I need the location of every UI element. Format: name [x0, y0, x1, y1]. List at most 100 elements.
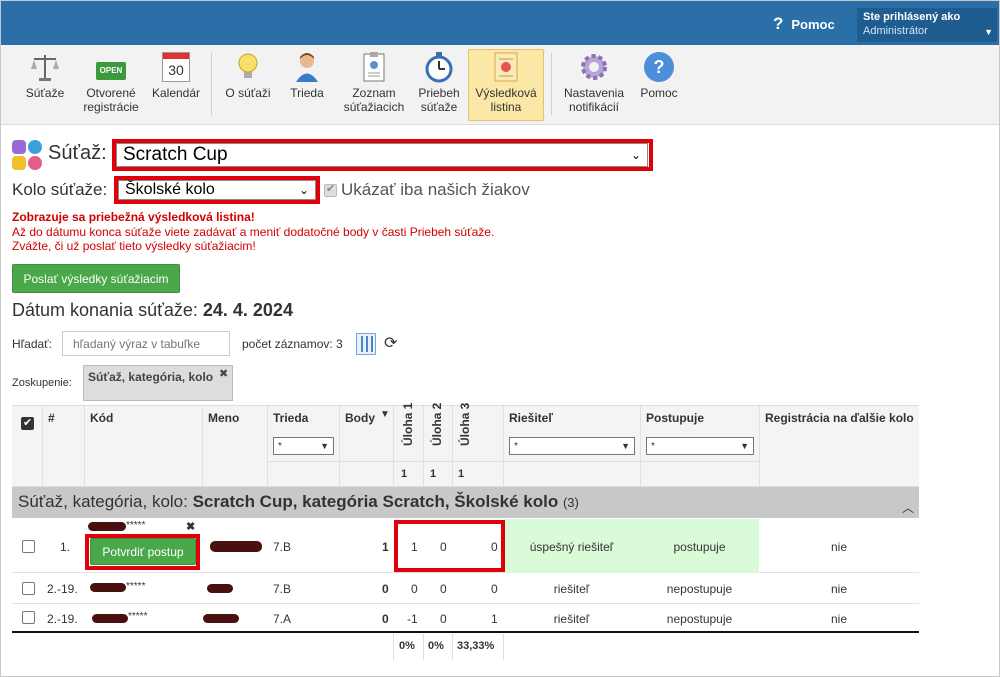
search-input[interactable]: [62, 331, 230, 356]
toolbar-sutaze[interactable]: Súťaže: [21, 50, 69, 118]
row-checkbox[interactable]: [22, 582, 35, 595]
user-role: Administrátor: [863, 25, 928, 37]
toolbar-label: Zoznam: [352, 86, 396, 100]
top-bar: ? Pomoc Ste prihlásený ako Administrátor …: [1, 1, 999, 45]
toolbar-separator: [211, 53, 212, 115]
toolbar-kalendar[interactable]: 30 Kalendár: [149, 50, 203, 118]
row-advances: nepostupuje: [666, 582, 733, 596]
group-prefix: Súťaž, kategória, kolo:: [18, 492, 193, 511]
person-icon: [283, 50, 331, 84]
question-icon: ?: [773, 14, 784, 33]
help-circle-icon: ?: [635, 50, 683, 84]
chevron-down-icon: ▼: [320, 441, 329, 451]
group-count: (3): [562, 495, 579, 510]
sort-desc-icon[interactable]: ▼: [380, 409, 390, 420]
row-task3[interactable]: 0: [491, 582, 498, 596]
solver-filter[interactable]: * ▼: [509, 437, 635, 455]
date-line: Dátum konania súťaže: 24. 4. 2024: [12, 300, 293, 321]
toolbar-zoznam-sutaziacich[interactable]: Zoznam súťažiacich: [339, 50, 409, 118]
col-num[interactable]: #: [48, 411, 55, 425]
advances-filter[interactable]: * ▼: [646, 437, 754, 455]
row-task2[interactable]: 0: [440, 612, 447, 626]
row-rank: 1.: [60, 540, 71, 554]
group-row[interactable]: Súťaž, kategória, kolo: Scratch Cup, kat…: [12, 487, 919, 518]
row-points: 0: [382, 612, 389, 626]
chevron-down-icon: ▼: [621, 441, 630, 451]
col-task1[interactable]: Úloha 1: [401, 403, 415, 446]
only-ours-checkbox[interactable]: ✔: [324, 183, 337, 197]
col-name[interactable]: Meno: [208, 411, 239, 425]
col-class[interactable]: Trieda: [273, 411, 308, 425]
toolbar-label: Kalendár: [151, 86, 201, 100]
clipboard-icon: [339, 50, 409, 84]
toolbar-vysledkova-listina[interactable]: Výsledková listina: [468, 49, 544, 121]
row-advances: nepostupuje: [666, 612, 733, 626]
col-solver[interactable]: Riešiteľ: [509, 411, 553, 425]
highlight-box: [394, 520, 505, 572]
refresh-icon[interactable]: ⟳: [384, 333, 397, 353]
toolbar-otvorene-registracie[interactable]: OPEN Otvorené registrácie: [79, 50, 143, 118]
select-all-checkbox[interactable]: ✔: [21, 417, 34, 430]
row-registration: nie: [830, 540, 847, 554]
row-rank: 2.-19.: [47, 582, 78, 596]
row-class: 7.B: [273, 540, 292, 554]
certificate-icon: [469, 50, 543, 84]
send-results-button[interactable]: Poslať výsledky súťažiacim: [12, 264, 180, 293]
row-task2[interactable]: 0: [440, 582, 447, 596]
toolbar-o-sutazi[interactable]: O súťaži: [221, 50, 275, 118]
apps-logo-icon: [12, 140, 44, 172]
col-registration[interactable]: Registrácia na ďalšie kolo: [765, 411, 914, 425]
row-task1[interactable]: -1: [407, 612, 418, 626]
toolbar-label: O súťaži: [225, 86, 271, 100]
scales-icon: [21, 50, 69, 84]
row-task3[interactable]: 1: [491, 612, 498, 626]
redacted-code: [88, 522, 126, 531]
filter-value: *: [514, 440, 518, 452]
toolbar-label: Pomoc: [640, 86, 678, 100]
close-icon[interactable]: ✖: [219, 367, 228, 380]
close-icon[interactable]: ✖: [186, 520, 195, 533]
toolbar-nastavenia-notifikacii[interactable]: Nastavenia notifikácií: [559, 50, 629, 118]
open-sign-text: OPEN: [96, 62, 126, 80]
open-sign-icon: OPEN: [79, 50, 143, 84]
toolbar-label: notifikácií: [568, 100, 620, 114]
row-checkbox[interactable]: [22, 611, 35, 624]
user-caption: Ste prihlásený ako: [863, 11, 961, 23]
row-checkbox[interactable]: [22, 540, 35, 553]
help-label: Pomoc: [791, 17, 835, 32]
col-advances[interactable]: Postupuje: [646, 411, 704, 425]
only-ours-label: Ukázať iba našich žiakov: [341, 180, 530, 199]
lightbulb-icon: [221, 50, 275, 84]
col-task3[interactable]: Úloha 3: [458, 403, 472, 446]
toolbar-label: Otvorené: [86, 86, 136, 100]
class-filter[interactable]: * ▼: [273, 437, 334, 455]
columns-icon[interactable]: [356, 333, 376, 355]
competition-label: Súťaž:: [48, 142, 107, 164]
toolbar-label: Súťaže: [25, 86, 65, 100]
toolbar-pomoc[interactable]: ? Pomoc: [635, 50, 683, 118]
filter-value: *: [278, 440, 282, 452]
redacted-name: [207, 584, 233, 593]
record-count: počet záznamov: 3: [242, 337, 343, 351]
toolbar-label: listina: [490, 100, 522, 114]
row-solver: riešiteľ: [553, 582, 590, 596]
col-points[interactable]: Body: [345, 411, 375, 425]
round-label: Kolo súťaže:: [12, 180, 108, 199]
col-code[interactable]: Kód: [90, 411, 113, 425]
help-link[interactable]: ? Pomoc: [773, 14, 835, 34]
toolbar-label: Priebeh: [418, 86, 460, 100]
col-task2[interactable]: Úloha 2: [430, 403, 444, 446]
row-solver: riešiteľ: [553, 612, 590, 626]
toolbar-trieda[interactable]: Trieda: [283, 50, 331, 118]
toolbar-label: registrácie: [83, 100, 139, 114]
max-points: 1: [401, 468, 408, 480]
grouping-tag[interactable]: Súťaž, kategória, kolo ✖: [83, 365, 233, 401]
collapse-icon[interactable]: ︿: [902, 499, 914, 516]
date-value: 24. 4. 2024: [202, 300, 293, 320]
toolbar-priebeh-sutaze[interactable]: Priebeh súťaže: [415, 50, 463, 118]
user-menu[interactable]: Ste prihlásený ako Administrátor ▼: [857, 8, 997, 42]
grouping-tag-label: Súťaž, kategória, kolo: [88, 370, 214, 384]
main-toolbar: Súťaže OPEN Otvorené registrácie 30 Kale…: [1, 45, 999, 125]
row-task1[interactable]: 0: [411, 582, 418, 596]
footer-task3: 33,33%: [457, 640, 495, 652]
